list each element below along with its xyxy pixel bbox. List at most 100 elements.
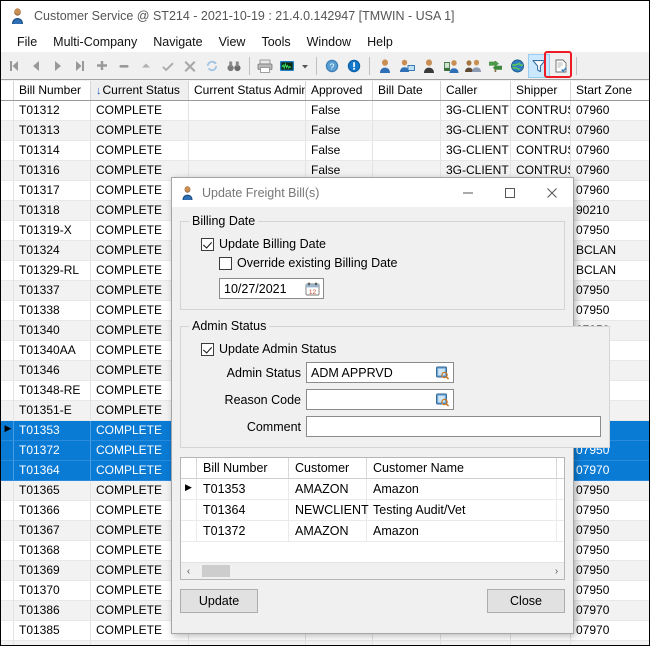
- list-item[interactable]: ▶T01353AMAZONAmazon: [181, 479, 564, 500]
- signpost-icon-button[interactable]: [484, 54, 506, 78]
- menu-tools[interactable]: Tools: [253, 34, 298, 50]
- admin-status-field[interactable]: ADM APPRVD: [306, 362, 454, 383]
- admin-status-value: ADM APPRVD: [311, 366, 435, 380]
- override-billing-date-checkbox[interactable]: [219, 257, 232, 270]
- filter-funnel-button[interactable]: [528, 54, 550, 78]
- reason-code-field[interactable]: [306, 389, 454, 410]
- monitor-button[interactable]: [276, 54, 298, 78]
- bills-column-bill-number[interactable]: Bill Number: [197, 458, 289, 478]
- binoculars-button[interactable]: [223, 54, 245, 78]
- print-button[interactable]: [254, 54, 276, 78]
- add-record-button[interactable]: [91, 54, 113, 78]
- table-row[interactable]: T01313COMPLETEFalse3G-CLIENTCONTRUS07960: [1, 121, 649, 141]
- bills-table-body: ▶T01353AMAZONAmazonT01364NEWCLIENTTestin…: [181, 479, 564, 542]
- globe-button[interactable]: [506, 54, 528, 78]
- cell-bill-number: T01365: [14, 481, 91, 501]
- cell-bill-number: T01340: [14, 321, 91, 341]
- customer-button[interactable]: [440, 54, 462, 78]
- cell-start-zone: 07970: [571, 601, 649, 621]
- first-record-button[interactable]: [3, 54, 25, 78]
- accept-button[interactable]: [157, 54, 179, 78]
- update-billing-date-checkbox[interactable]: [201, 238, 214, 251]
- cell-current-status-admin: [189, 121, 306, 141]
- info-button[interactable]: [343, 54, 365, 78]
- table-row[interactable]: T01472-HCOMPLETE07960: [1, 641, 649, 645]
- menu-file[interactable]: File: [9, 34, 45, 50]
- table-row[interactable]: T01314COMPLETEFalse3G-CLIENTCONTRUS07960: [1, 141, 649, 161]
- table-row[interactable]: T01312COMPLETEFalse3G-CLIENTCONTRUS07960: [1, 101, 649, 121]
- column-caller[interactable]: Caller: [441, 81, 511, 100]
- cell-start-zone: 07960: [571, 181, 649, 201]
- report-check-button[interactable]: [550, 54, 572, 78]
- menu-help[interactable]: Help: [359, 34, 401, 50]
- cell-start-zone: 07950: [571, 541, 649, 561]
- row-indicator: [1, 141, 14, 161]
- cell-bill-number: T01364: [14, 461, 91, 481]
- cell-bill-number: T01385: [14, 621, 91, 641]
- scroll-left-arrow-icon[interactable]: ‹: [181, 566, 196, 577]
- menu-bar: File Multi-Company Navigate View Tools W…: [1, 31, 649, 52]
- update-admin-status-checkbox-row[interactable]: Update Admin Status: [201, 342, 601, 356]
- cell-start-zone: 07950: [571, 281, 649, 301]
- previous-record-button[interactable]: [25, 54, 47, 78]
- lookup-icon[interactable]: [435, 393, 450, 407]
- cell-bill-number: T01346: [14, 361, 91, 381]
- bills-cell-customer-name: Amazon: [367, 479, 557, 499]
- last-record-button[interactable]: [69, 54, 91, 78]
- bills-column-customer[interactable]: Customer: [289, 458, 367, 478]
- menu-view[interactable]: View: [211, 34, 254, 50]
- cancel-button[interactable]: [179, 54, 201, 78]
- override-billing-date-checkbox-row[interactable]: Override existing Billing Date: [219, 256, 556, 270]
- scroll-right-arrow-icon[interactable]: ›: [549, 566, 564, 577]
- svg-text:?: ?: [330, 61, 335, 71]
- driver-button[interactable]: [374, 54, 396, 78]
- row-indicator: [1, 121, 14, 141]
- help-button[interactable]: ?: [321, 54, 343, 78]
- update-admin-status-checkbox[interactable]: [201, 343, 214, 356]
- cell-bill-number: T01340AA: [14, 341, 91, 361]
- column-approved[interactable]: Approved: [306, 81, 373, 100]
- cell-bill-number: T01324: [14, 241, 91, 261]
- billing-date-input[interactable]: 10/27/2021 12: [219, 278, 324, 299]
- lookup-icon[interactable]: [435, 366, 450, 380]
- column-current-status[interactable]: ↓Current Status: [91, 81, 189, 100]
- group-button[interactable]: [462, 54, 484, 78]
- comment-field[interactable]: [306, 416, 601, 437]
- menu-navigate[interactable]: Navigate: [145, 34, 210, 50]
- column-shipper[interactable]: Shipper: [511, 81, 571, 100]
- column-current-status-admin[interactable]: Current Status Admin: [189, 81, 306, 100]
- column-bill-number[interactable]: Bill Number: [14, 81, 91, 100]
- cell-bill-number: T01353: [14, 421, 91, 441]
- refresh-button[interactable]: [201, 54, 223, 78]
- update-billing-date-checkbox-row[interactable]: Update Billing Date: [201, 237, 556, 251]
- cell-start-zone: 07960: [571, 101, 649, 121]
- column-bill-date[interactable]: Bill Date: [373, 81, 441, 100]
- menu-multi-company[interactable]: Multi-Company: [45, 34, 145, 50]
- menu-window[interactable]: Window: [299, 34, 359, 50]
- column-start-zone[interactable]: Start Zone: [571, 81, 649, 100]
- bills-horizontal-scrollbar[interactable]: ‹ ›: [181, 562, 564, 579]
- minimize-button[interactable]: [447, 178, 489, 207]
- list-item[interactable]: T01364NEWCLIENTTesting Audit/Vet: [181, 500, 564, 521]
- row-indicator: [1, 261, 14, 281]
- close-dialog-button[interactable]: Close: [487, 589, 565, 613]
- bills-cell-customer-name: Testing Audit/Vet: [367, 500, 557, 520]
- calendar-icon[interactable]: 12: [305, 282, 320, 296]
- close-button[interactable]: [531, 178, 573, 207]
- svg-text:12: 12: [309, 289, 317, 296]
- maximize-button[interactable]: [489, 178, 531, 207]
- monitor-dropdown-button[interactable]: [298, 54, 312, 78]
- expand-button[interactable]: [135, 54, 157, 78]
- dialog-footer: Update Close: [172, 580, 573, 613]
- next-record-button[interactable]: [47, 54, 69, 78]
- bills-column-customer-name[interactable]: Customer Name: [367, 458, 557, 478]
- dispatch-button[interactable]: [396, 54, 418, 78]
- billing-date-legend: Billing Date: [189, 214, 258, 228]
- list-item[interactable]: T01372AMAZONAmazon: [181, 521, 564, 542]
- scrollbar-track[interactable]: [196, 564, 549, 578]
- scrollbar-thumb[interactable]: [202, 565, 230, 577]
- delete-record-button[interactable]: [113, 54, 135, 78]
- update-button[interactable]: Update: [180, 589, 258, 613]
- dialog-title: Update Freight Bill(s): [202, 186, 447, 200]
- carrier-button[interactable]: [418, 54, 440, 78]
